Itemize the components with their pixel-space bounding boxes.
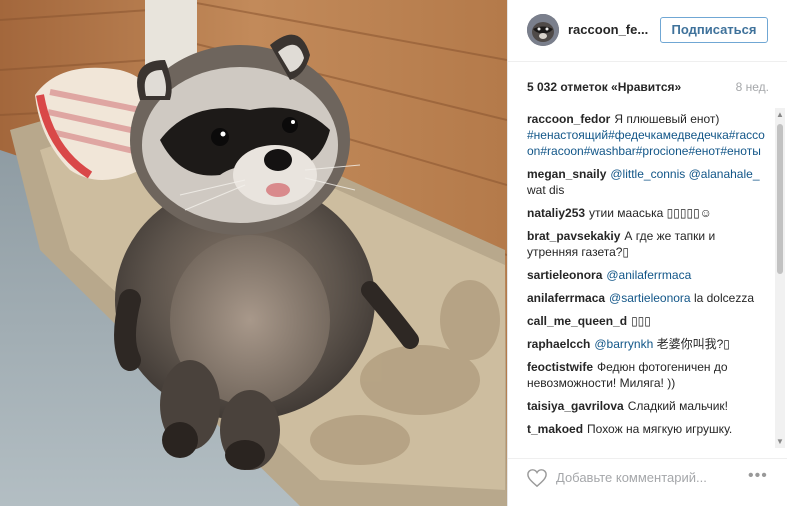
post-header: raccoon_fe... Подписаться: [508, 0, 787, 62]
comment-author[interactable]: raccoon_fedor: [527, 112, 610, 126]
list-item: taisiya_gavrilova Сладкий мальчик!: [527, 398, 765, 414]
scrollbar-thumb[interactable]: [777, 124, 783, 274]
post-footer: Добавьте комментарий... •••: [508, 458, 787, 506]
mention-link[interactable]: @little_connis @alanahale_: [610, 167, 759, 181]
comment-text: утии мааська ▯▯▯▯▯☺: [589, 206, 712, 220]
likes-count[interactable]: 5 032 отметок «Нравится»: [527, 80, 681, 94]
list-item: call_me_queen_d ▯▯▯: [527, 313, 765, 329]
hashtags-link[interactable]: #ненастоящий#федечкамедведечка#raccoon#r…: [527, 128, 765, 158]
comment-text: Я плюшевый енот): [614, 112, 720, 126]
comment-input[interactable]: Добавьте комментарий...: [556, 470, 707, 485]
username-link[interactable]: raccoon_fe...: [568, 22, 648, 37]
scroll-down-icon[interactable]: ▼: [776, 437, 784, 446]
more-options-icon[interactable]: •••: [748, 467, 768, 485]
comment-author[interactable]: feoctistwife: [527, 360, 593, 374]
comment-author[interactable]: raphaelcch: [527, 337, 590, 351]
caption-comment: raccoon_fedor Я плюшевый енот) #ненастоящ…: [527, 111, 765, 159]
comment-author[interactable]: nataliy253: [527, 206, 585, 220]
comment-author[interactable]: call_me_queen_d: [527, 314, 627, 328]
comment-text: ▯▯▯: [631, 314, 651, 328]
list-item: megan_snaily @little_connis @alanahale_ w…: [527, 166, 765, 198]
instagram-post-viewer: raccoon_fe... Подписаться 5 032 отметок …: [0, 0, 787, 506]
post-age[interactable]: 8 нед.: [736, 80, 769, 94]
comment-text: wat dis: [527, 183, 565, 197]
post-photo[interactable]: [0, 0, 507, 506]
comment-author[interactable]: brat_pavsekakiy: [527, 229, 620, 243]
heart-icon[interactable]: [526, 468, 548, 488]
list-item: raphaelcch @barrynkh 老婆你叫我?▯: [527, 336, 765, 352]
comment-text: 老婆你叫我?▯: [656, 337, 730, 351]
comment-author[interactable]: t_makoed: [527, 422, 583, 436]
follow-button[interactable]: Подписаться: [660, 17, 768, 43]
list-item: anilaferrmaca @sartieleonora la dolcezza: [527, 290, 765, 306]
comments-list[interactable]: raccoon_fedor Я плюшевый енот) #ненастоящ…: [527, 111, 765, 448]
list-item: t_makoed Похож на мягкую игрушку.: [527, 421, 765, 437]
comment-author[interactable]: anilaferrmaca: [527, 291, 605, 305]
comments-scrollbar[interactable]: ▲ ▼: [775, 108, 785, 448]
mention-link[interactable]: @anilaferrmaca: [606, 268, 691, 282]
comment-author[interactable]: sartieleonora: [527, 268, 602, 282]
list-item: nataliy253 утии мааська ▯▯▯▯▯☺: [527, 205, 765, 221]
comment-text: Похож на мягкую игрушку.: [587, 422, 733, 436]
list-item: sartieleonora @anilaferrmaca: [527, 267, 765, 283]
comment-author[interactable]: megan_snaily: [527, 167, 606, 181]
comment-author[interactable]: taisiya_gavrilova: [527, 399, 624, 413]
mention-link[interactable]: @barrynkh: [594, 337, 653, 351]
avatar-image: [527, 14, 559, 46]
post-sidebar: raccoon_fe... Подписаться 5 032 отметок …: [507, 0, 787, 506]
list-item: brat_pavsekakiy А где же тапки и утренняя…: [527, 228, 765, 260]
mention-link[interactable]: @sartieleonora: [609, 291, 691, 305]
scroll-up-icon[interactable]: ▲: [776, 110, 784, 119]
raccoon-photo: [0, 0, 507, 506]
comment-text: Сладкий мальчик!: [627, 399, 728, 413]
list-item: feoctistwife Федюн фотогеничен до невозмо…: [527, 359, 765, 391]
comment-text: la dolcezza: [693, 291, 754, 305]
post-meta: 5 032 отметок «Нравится» 8 нед.: [527, 80, 769, 98]
avatar[interactable]: [527, 14, 559, 46]
